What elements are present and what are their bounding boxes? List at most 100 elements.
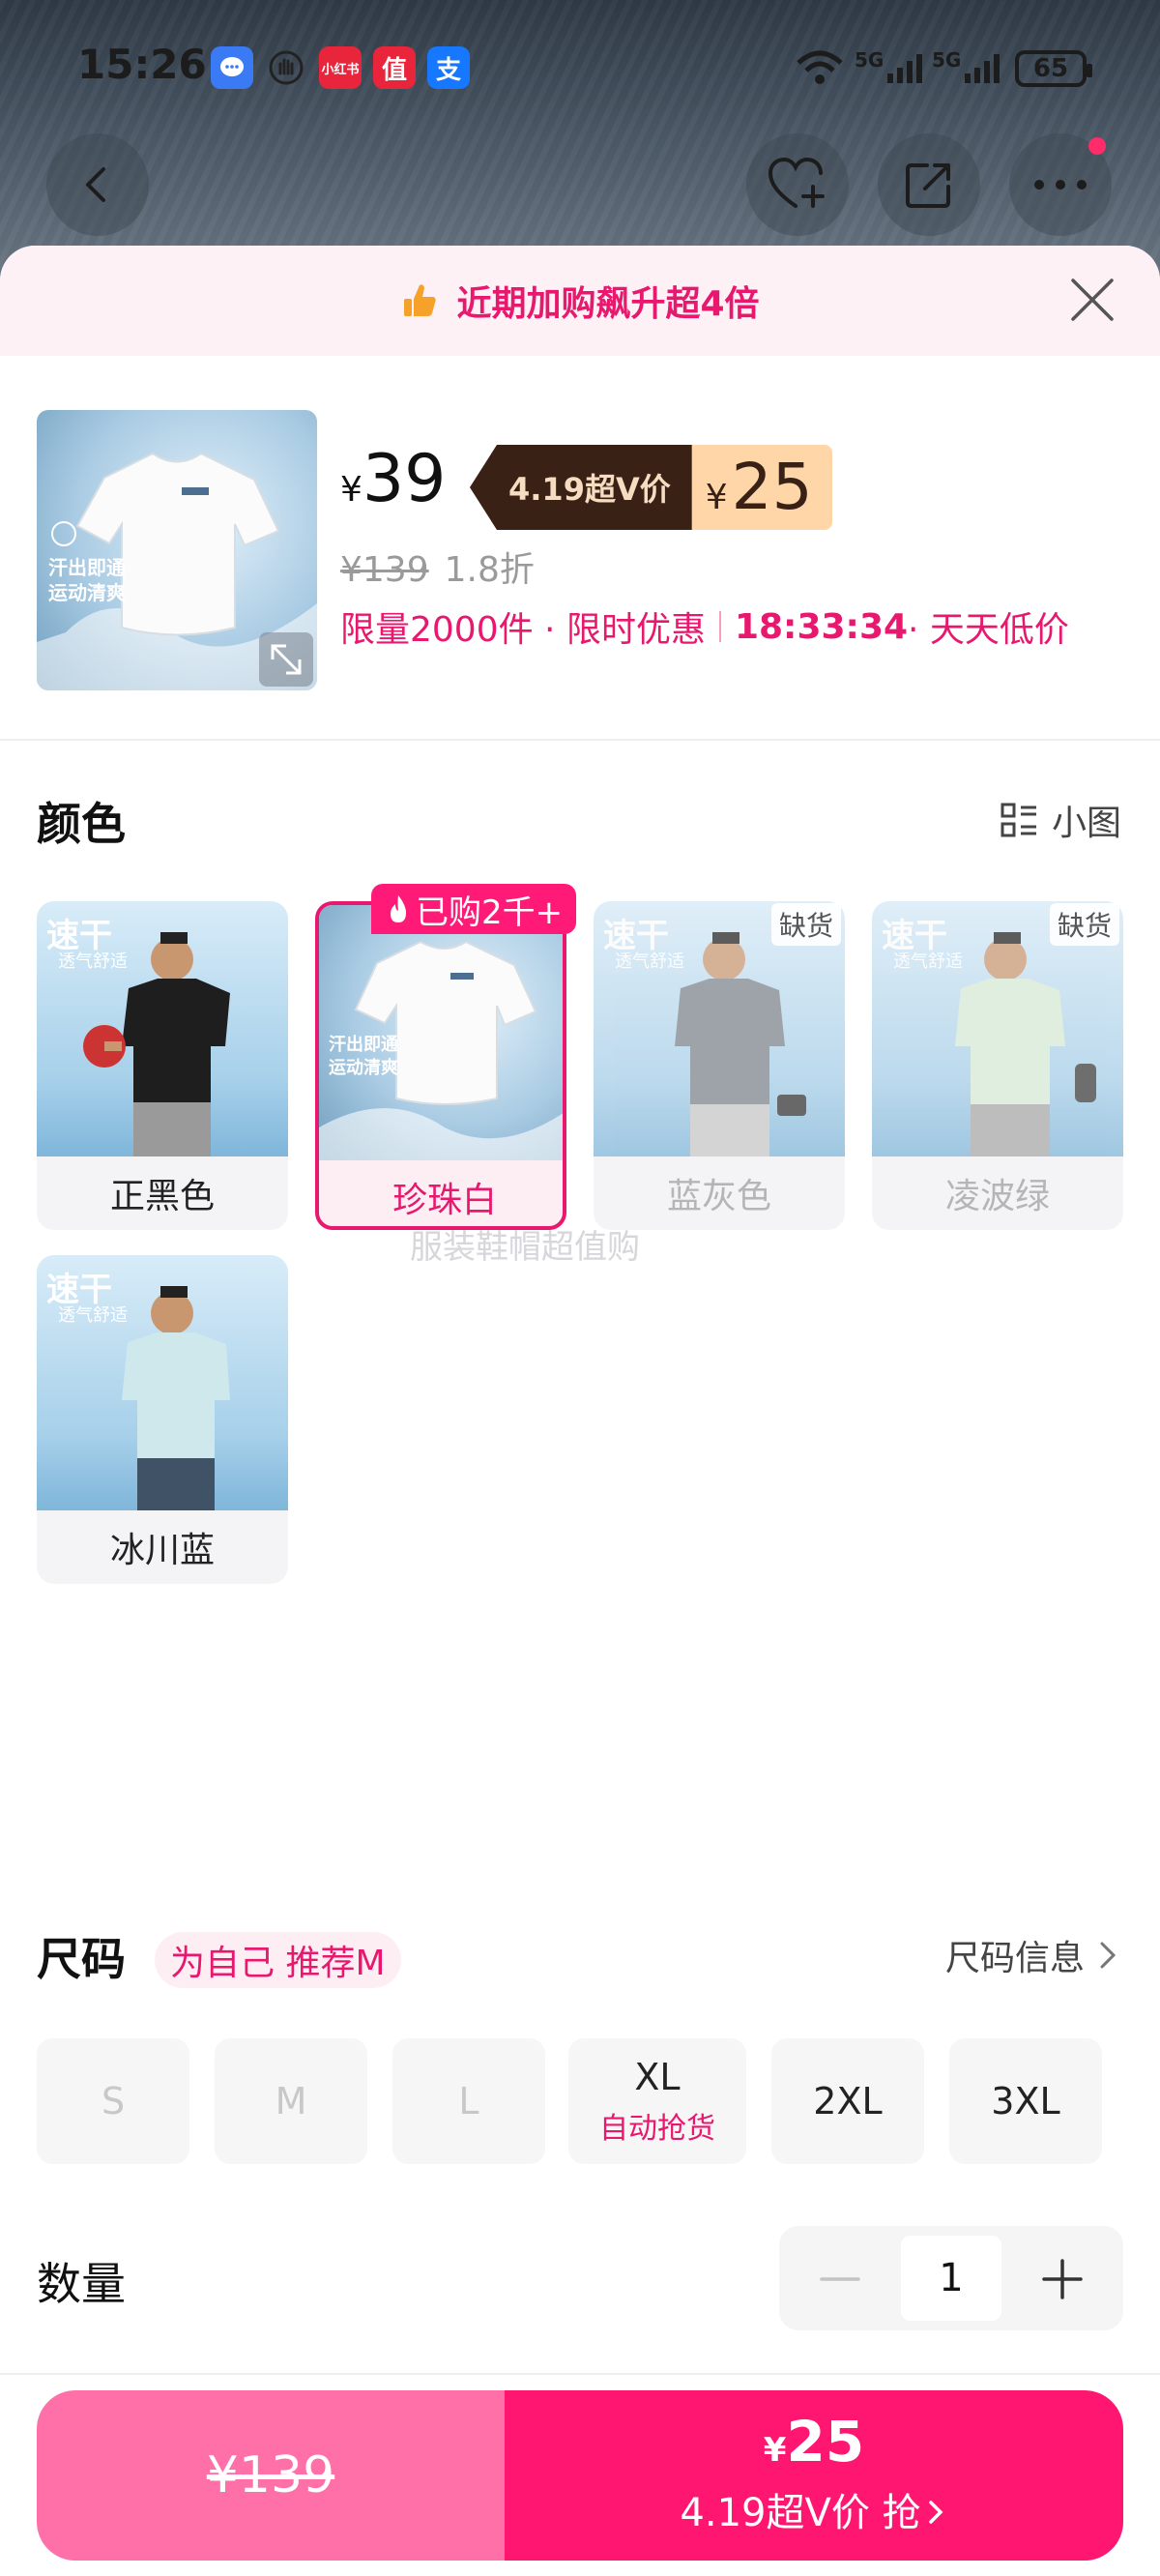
xiaohongshu-app-icon: 小红书 (319, 46, 362, 89)
size-label-xl: XL (634, 2056, 681, 2098)
size-info-link[interactable]: 尺码信息 (945, 1930, 1121, 1980)
quantity-value[interactable]: 1 (901, 2236, 1001, 2321)
chevron-right-icon (1100, 1942, 1116, 1969)
color-label-black: 正黑色 (109, 1177, 215, 1216)
more-button[interactable] (1009, 133, 1112, 236)
original-price-line: ¥139 1.8折 (340, 542, 535, 592)
size-recommend-tag: 为自己 推荐M (155, 1932, 401, 1988)
message-app-icon (211, 46, 253, 89)
small-view-label: 小图 (1051, 804, 1121, 843)
size-label-m: M (275, 2080, 307, 2122)
promo-banner-text: 近期加购飙升超4倍 (456, 284, 760, 324)
size-option-3xl[interactable]: 3XL (949, 2038, 1102, 2164)
expand-icon (271, 644, 302, 675)
vip-price-label: 4.19超V价 (470, 445, 692, 530)
heart-plus-icon (768, 157, 825, 208)
product-thumbnail[interactable]: 汗出即通 运动清爽 (37, 410, 317, 690)
limit-divider (718, 611, 721, 642)
limit-text: 限量2000件 · 限时优惠 (340, 610, 706, 650)
buy-original-price: ¥139 (206, 2446, 335, 2504)
battery-indicator: 65 (1015, 50, 1092, 87)
color-image-black: 速干 透气舒适 (37, 901, 288, 1156)
size-label-l: L (458, 2080, 479, 2122)
status-bar: 15:26 小红书 值 支 5G 5G 65 (0, 0, 1160, 116)
close-icon[interactable] (1067, 275, 1117, 325)
watermark-text: 服装鞋帽超值购 (410, 1228, 640, 1267)
size-option-xl[interactable]: XL 自动抢货 (568, 2038, 746, 2164)
buy-vip-price: ¥25 (764, 2414, 864, 2470)
alipay-app-icon: 支 (427, 46, 470, 89)
size-option-s[interactable]: S (37, 2038, 189, 2164)
card-white-text-1: 汗出即通 (329, 1034, 398, 1055)
sku-selection-sheet: 近期加购飙升超4倍 汗出即通 运动清爽 ¥39 4.19超V价 ¥25 ¥139… (0, 246, 1160, 2576)
vip-buy-button[interactable]: ¥25 4.19超V价 抢 (505, 2390, 1123, 2561)
zhide-app-icon: 值 (373, 46, 416, 89)
purchase-count-badge: 已购2千+ (371, 884, 577, 934)
buy-vip-text: 4.19超V价 抢 (680, 2491, 921, 2535)
countdown-timer: 18:33:34 (734, 606, 909, 647)
size-option-m[interactable]: M (215, 2038, 367, 2164)
color-option-bluegray[interactable]: 速干 透气舒适 蓝灰色 缺货 (594, 901, 845, 1230)
limited-offer-line: 限量2000件 · 限时优惠 18:33:34 · 天天低价 (340, 601, 1069, 652)
buy-yen-symbol: ¥ (763, 2431, 787, 2470)
vip-price-value: 25 (731, 450, 813, 524)
section-divider (0, 739, 1160, 741)
share-button[interactable] (878, 133, 980, 236)
size-option-l[interactable]: L (392, 2038, 545, 2164)
color-label-iceblue: 冰川蓝 (109, 1531, 215, 1570)
quantity-stepper: 1 (779, 2226, 1123, 2330)
purchase-count-text: 已购2千+ (416, 893, 564, 932)
status-time: 15:26 (77, 41, 207, 88)
vip-price: ¥25 (691, 445, 832, 530)
buy-vip-label: 4.19超V价 抢 (680, 2481, 947, 2537)
quantity-title: 数量 (37, 2258, 126, 2310)
yen-symbol: ¥ (340, 470, 362, 510)
color-option-iceblue[interactable]: 速干 透气舒适 冰川蓝 (37, 1255, 288, 1584)
more-dots-icon (1034, 180, 1087, 190)
flame-icon (391, 895, 406, 922)
buy-bar: ¥139 ¥25 4.19超V价 抢 (37, 2390, 1123, 2561)
color-label-bluegray: 蓝灰色 (666, 1177, 771, 1216)
original-price: ¥139 (340, 550, 429, 590)
size-info-label: 尺码信息 (944, 1939, 1085, 1978)
small-view-toggle[interactable]: 小图 (1000, 795, 1121, 845)
discount-rate: 1.8折 (444, 550, 535, 590)
color-image-white: 汗出即通 运动清爽 (319, 905, 563, 1160)
minus-icon[interactable] (814, 2253, 866, 2305)
vip-yen-symbol: ¥ (705, 478, 728, 517)
list-view-icon (1000, 803, 1036, 837)
thumbnail-text-2: 运动清爽 (48, 581, 126, 604)
promo-banner: 近期加购飙升超4倍 (0, 246, 1160, 356)
signal-icon-1: 5G (855, 48, 930, 87)
expand-image-button[interactable] (259, 632, 313, 687)
favorite-button[interactable] (746, 133, 849, 236)
wifi-icon (795, 48, 845, 87)
size-label-3xl: 3XL (991, 2080, 1060, 2122)
chevron-right-icon (928, 2501, 943, 2524)
card-white-text-2: 运动清爽 (329, 1058, 398, 1078)
plus-icon[interactable] (1036, 2253, 1088, 2305)
signal-label-1: 5G (855, 48, 884, 72)
daily-low-text: · 天天低价 (908, 610, 1069, 650)
color-option-green[interactable]: 速干 透气舒适 凌波绿 缺货 (872, 901, 1123, 1230)
size-label-s: S (101, 2080, 126, 2122)
size-option-2xl[interactable]: 2XL (771, 2038, 924, 2164)
buy-vip-price-value: 25 (786, 2409, 865, 2474)
thumbs-up-icon (404, 284, 437, 316)
chevron-left-icon (86, 167, 105, 202)
color-section-title: 颜色 (37, 798, 126, 850)
thumbnail-text-1: 汗出即通 (48, 556, 126, 579)
share-icon (906, 163, 950, 208)
color-image-iceblue: 速干 透气舒适 (37, 1255, 288, 1510)
original-price-button[interactable]: ¥139 (37, 2390, 505, 2561)
bottom-divider (0, 2373, 1160, 2375)
color-option-white[interactable]: 汗出即通 运动清爽 珍珠白 (315, 901, 566, 1230)
out-of-stock-badge: 缺货 (1049, 903, 1119, 946)
notification-dot (1088, 137, 1106, 155)
back-button[interactable] (46, 133, 149, 236)
auto-grab-label: 自动抢货 (599, 2112, 715, 2146)
current-price-value: 39 (362, 441, 447, 517)
hand-app-icon (265, 46, 307, 89)
size-section-title: 尺码 (37, 1933, 126, 1985)
color-option-black[interactable]: 速干 透气舒适 正黑色 (37, 901, 288, 1230)
